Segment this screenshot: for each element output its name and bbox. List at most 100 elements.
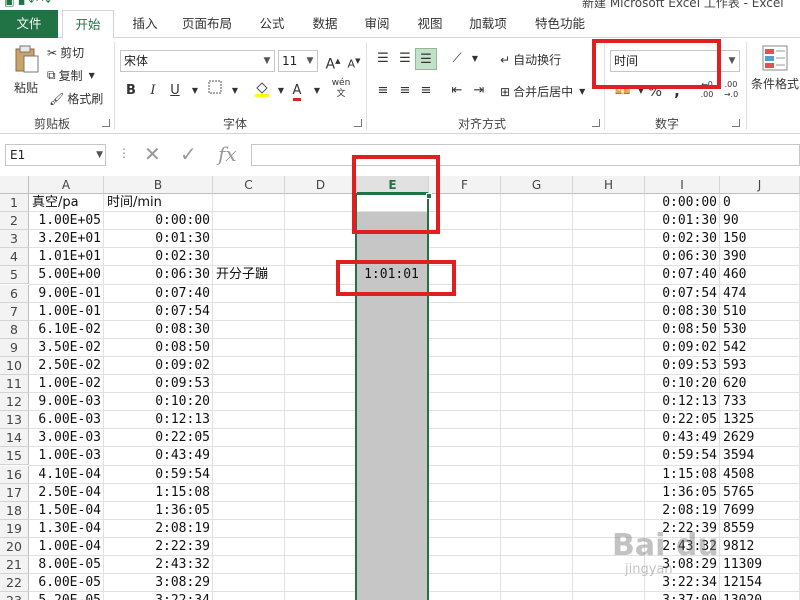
decrease-indent-button[interactable]: ⇤ xyxy=(446,80,468,102)
cell-c19[interactable] xyxy=(213,520,357,538)
cell-e23[interactable] xyxy=(357,592,429,600)
cell-c3[interactable] xyxy=(213,230,357,248)
cell-b12[interactable]: 0:10:20 xyxy=(104,393,213,411)
cell-b1[interactable]: 时间/min xyxy=(104,194,213,212)
cell-a19[interactable]: 1.30E-04 xyxy=(29,520,104,538)
row-header[interactable]: 3 xyxy=(0,230,29,249)
cell-i16[interactable]: 1:15:08 xyxy=(645,466,720,484)
cell-j13[interactable]: 1325 xyxy=(720,411,800,429)
cell-j12[interactable]: 733 xyxy=(720,393,800,411)
cell-e12[interactable] xyxy=(357,393,429,411)
cell-a3[interactable]: 3.20E+01 xyxy=(29,230,104,248)
column-header-d[interactable]: D xyxy=(285,176,357,194)
cell-j16[interactable]: 4508 xyxy=(720,466,800,484)
cell-j9[interactable]: 542 xyxy=(720,339,800,357)
tab-formulas[interactable]: 公式 xyxy=(257,10,287,38)
cell-i3[interactable]: 0:02:30 xyxy=(645,230,720,248)
cell-e11[interactable] xyxy=(357,375,429,393)
cell-b7[interactable]: 0:07:54 xyxy=(104,303,213,321)
tab-file[interactable]: 文件 xyxy=(0,10,58,38)
row-header[interactable]: 13 xyxy=(0,411,29,430)
cell-e8[interactable] xyxy=(357,321,429,339)
cell-b11[interactable]: 0:09:53 xyxy=(104,375,213,393)
cell-j15[interactable]: 3594 xyxy=(720,447,800,465)
cell-b5[interactable]: 0:06:30 xyxy=(104,266,213,284)
cell-i2[interactable]: 0:01:30 xyxy=(645,212,720,230)
cell-a20[interactable]: 1.00E-04 xyxy=(29,538,104,556)
row-header[interactable]: 5 xyxy=(0,266,29,285)
align-middle-button[interactable]: ☰ xyxy=(394,48,416,70)
cell-a1[interactable]: 真空/pa xyxy=(29,194,104,212)
clipboard-launcher-icon[interactable] xyxy=(102,119,110,127)
cell-c20[interactable] xyxy=(213,538,357,556)
cell-c21[interactable] xyxy=(213,556,357,574)
cell-a13[interactable]: 6.00E-03 xyxy=(29,411,104,429)
cell-c2[interactable] xyxy=(213,212,357,230)
cell-i6[interactable]: 0:07:54 xyxy=(645,285,720,303)
paste-button[interactable]: 粘贴 xyxy=(8,44,44,96)
row-header[interactable]: 1 xyxy=(0,194,29,212)
align-right-button[interactable]: ≡ xyxy=(415,80,437,102)
cell-b14[interactable]: 0:22:05 xyxy=(104,429,213,447)
cell-b6[interactable]: 0:07:40 xyxy=(104,285,213,303)
cell-c18[interactable] xyxy=(213,502,357,520)
cell-c9[interactable] xyxy=(213,339,357,357)
row-header[interactable]: 15 xyxy=(0,447,29,466)
cell-i13[interactable]: 0:22:05 xyxy=(645,411,720,429)
cell-b16[interactable]: 0:59:54 xyxy=(104,466,213,484)
enter-icon[interactable]: ✓ xyxy=(180,142,197,166)
decrease-font-button[interactable]: A▼ xyxy=(343,50,365,72)
cell-a10[interactable]: 2.50E-02 xyxy=(29,357,104,375)
formula-input[interactable] xyxy=(251,144,800,166)
cell-b4[interactable]: 0:02:30 xyxy=(104,248,213,266)
cell-b2[interactable]: 0:00:00 xyxy=(104,212,213,230)
row-header[interactable]: 18 xyxy=(0,501,29,520)
cell-i11[interactable]: 0:10:20 xyxy=(645,375,720,393)
cell-j19[interactable]: 8559 xyxy=(720,520,800,538)
cell-a4[interactable]: 1.01E+01 xyxy=(29,248,104,266)
cell-a23[interactable]: 5.20E-05 xyxy=(29,592,104,600)
row-header[interactable]: 7 xyxy=(0,302,29,321)
column-header-b[interactable]: B xyxy=(104,176,213,194)
align-center-button[interactable]: ≡ xyxy=(394,80,416,102)
tab-review[interactable]: 审阅 xyxy=(362,10,392,38)
border-button[interactable] xyxy=(204,80,226,102)
cell-c22[interactable] xyxy=(213,574,357,592)
cell-i12[interactable]: 0:12:13 xyxy=(645,393,720,411)
cell-c12[interactable] xyxy=(213,393,357,411)
cell-e18[interactable] xyxy=(357,502,429,520)
alignment-launcher-icon[interactable] xyxy=(592,119,600,127)
insert-function-button[interactable]: fx xyxy=(218,142,237,166)
cell-b10[interactable]: 0:09:02 xyxy=(104,357,213,375)
cell-a15[interactable]: 1.00E-03 xyxy=(29,447,104,465)
cell-i23[interactable]: 3:37:00 xyxy=(645,592,720,600)
resize-handle-icon[interactable]: ⋮ xyxy=(118,146,130,160)
cell-e13[interactable] xyxy=(357,411,429,429)
wrap-text-button[interactable]: ↵ 自动换行 xyxy=(500,51,561,68)
row-header[interactable]: 19 xyxy=(0,519,29,538)
cell-a17[interactable]: 2.50E-04 xyxy=(29,484,104,502)
cell-e22[interactable] xyxy=(357,574,429,592)
cell-a16[interactable]: 4.10E-04 xyxy=(29,466,104,484)
tab-view[interactable]: 视图 xyxy=(415,10,445,38)
increase-font-button[interactable]: A▲ xyxy=(322,50,344,73)
cell-e4[interactable] xyxy=(357,248,429,266)
select-all-corner[interactable] xyxy=(0,176,29,194)
row-header[interactable]: 23 xyxy=(0,592,29,600)
column-header-i[interactable]: I xyxy=(645,176,720,194)
cell-c10[interactable] xyxy=(213,357,357,375)
cell-i4[interactable]: 0:06:30 xyxy=(645,248,720,266)
number-launcher-icon[interactable] xyxy=(732,119,740,127)
row-header[interactable]: 4 xyxy=(0,248,29,267)
cell-a11[interactable]: 1.00E-02 xyxy=(29,375,104,393)
cell-j18[interactable]: 7699 xyxy=(720,502,800,520)
cell-a12[interactable]: 9.00E-03 xyxy=(29,393,104,411)
cell-c13[interactable] xyxy=(213,411,357,429)
cell-c14[interactable] xyxy=(213,429,357,447)
cell-j6[interactable]: 474 xyxy=(720,285,800,303)
align-left-button[interactable]: ≡ xyxy=(372,80,394,102)
cell-c17[interactable] xyxy=(213,484,357,502)
column-header-a[interactable]: A xyxy=(29,176,104,194)
column-header-g[interactable]: G xyxy=(501,176,573,194)
cell-e7[interactable] xyxy=(357,303,429,321)
